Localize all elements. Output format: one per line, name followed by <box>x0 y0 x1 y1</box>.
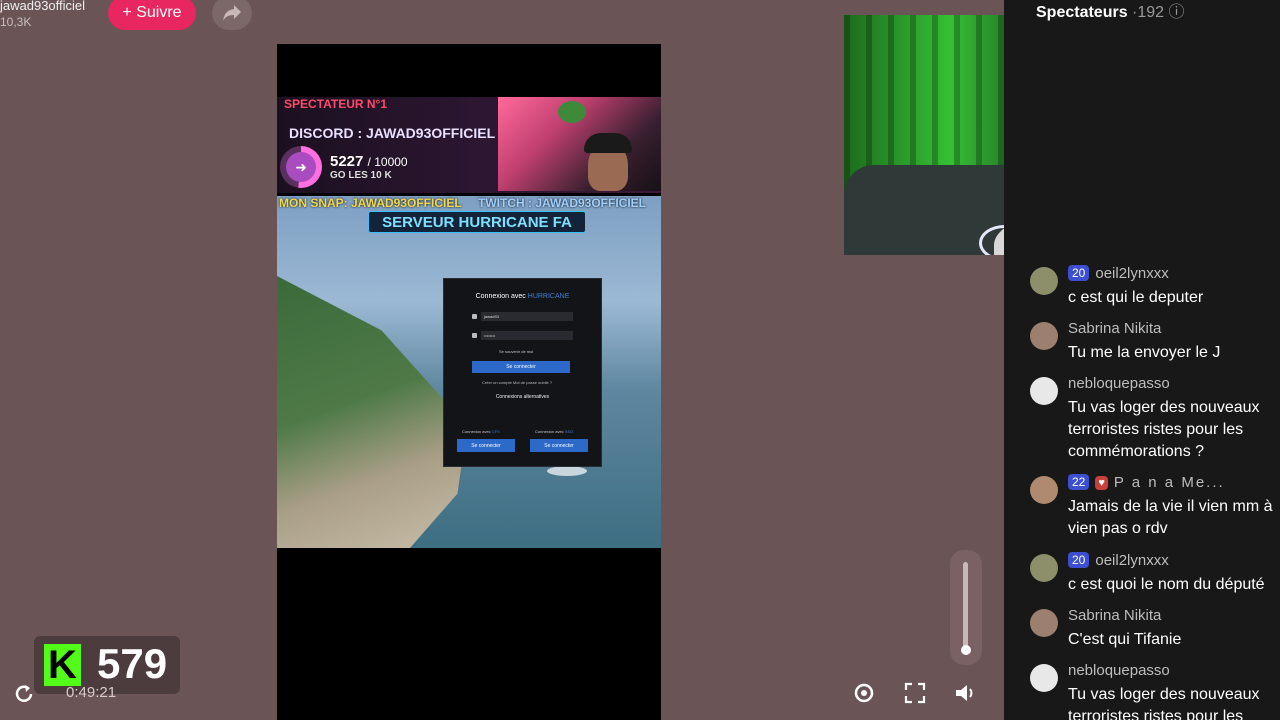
chat-username[interactable]: Sabrina Nikita <box>1068 607 1161 624</box>
alt-left-brand: CFX <box>491 429 500 434</box>
volume-knob[interactable] <box>961 645 971 655</box>
goal-total: / 10000 <box>367 155 408 169</box>
sub-badge: 20 <box>1068 552 1090 568</box>
chat-text: c est qui le deputer <box>1068 289 1204 306</box>
alt-right-label: Connexion avec SSO <box>535 429 573 434</box>
remember-checkbox-label: Se souvenir de moi <box>499 349 534 354</box>
goal-progress-ring: ➜ <box>280 146 322 188</box>
volume-track <box>963 562 968 652</box>
heart-badge-icon: ♥ <box>1095 476 1108 490</box>
follow-button[interactable]: + Suivre <box>108 0 196 30</box>
viewer-count: ·192 <box>1132 4 1165 21</box>
alt-right-brand: SSO <box>564 429 574 434</box>
twitch-label: TWITCH : JAWAD93OFFICIEL <box>478 196 646 210</box>
info-icon[interactable]: ⓘ <box>1169 4 1185 21</box>
chat-username[interactable]: oeil2lynxxx <box>1095 552 1168 569</box>
spectators-title: Spectateurs <box>1036 4 1128 21</box>
chat-username[interactable]: oeil2lynxxx <box>1095 265 1168 282</box>
share-arrow-icon <box>223 5 241 21</box>
avatar <box>1030 664 1058 692</box>
video-player[interactable]: SPECTATEUR N°1 DISCORD : JAWAD93OFFICIEL… <box>277 44 661 720</box>
spectator-no1-label: SPECTATEUR N°1 <box>284 97 388 111</box>
chat-text: Tu vas loger des nouveaux terroristes ri… <box>1068 399 1260 460</box>
elapsed-time: 0:49:21 <box>66 684 117 701</box>
sub-badge: 22 <box>1068 474 1090 490</box>
alt-left-label: Connexion avec CFX <box>462 429 500 434</box>
chat-username[interactable]: Sabrina Nikita <box>1068 320 1161 337</box>
login-title: Connexion avec HURRICANE <box>444 293 601 300</box>
settings-button[interactable] <box>849 678 879 708</box>
user-icon <box>472 314 477 319</box>
kick-logo: K <box>44 643 81 687</box>
overlay-webcam <box>498 97 661 191</box>
goal-current: 5227 <box>330 153 364 170</box>
replay-button[interactable] <box>12 682 36 706</box>
chat-username[interactable]: nebloquepasso <box>1068 662 1170 679</box>
avatar <box>1030 322 1058 350</box>
avatar <box>1030 554 1058 582</box>
chat-panel: Spectateurs ·192 ⓘ 20 oeil2lynxxx c est q… <box>1004 0 1280 720</box>
login-title-text: Connexion avec <box>475 293 526 300</box>
password-field: •••••••• <box>481 331 573 340</box>
channel-handle[interactable]: jawad93officiel <box>0 0 85 13</box>
follower-count: 10,3K <box>0 15 32 29</box>
alt-connections-title: Connexions alternatives <box>495 394 550 400</box>
discord-label: DISCORD : JAWAD93OFFICIEL <box>289 125 496 141</box>
login-dialog: Connexion avec HURRICANE jawad93 •••••••… <box>443 278 602 467</box>
chat-text: C'est qui Tifanie <box>1068 631 1182 648</box>
alt-right-label-text: Connexion avec <box>535 429 564 434</box>
snap-label: MON SNAP: JAWAD93OFFICIEL <box>279 196 462 210</box>
chat-text: Tu vas loger des nouveaux terroristes ri… <box>1068 686 1260 720</box>
reload-icon <box>15 685 33 702</box>
kick-count: 579 <box>97 640 168 687</box>
chat-username[interactable]: P a n a Me... <box>1114 474 1225 491</box>
alt-right-connect-button: Se connecter <box>530 439 588 452</box>
server-title: SERVEUR HURRICANE FA <box>368 211 586 233</box>
login-connect-button: Se connecter <box>472 361 570 373</box>
avatar <box>1030 609 1058 637</box>
goal-text: GO LES 10 K <box>330 170 392 181</box>
chat-username[interactable]: nebloquepasso <box>1068 375 1170 392</box>
fullscreen-icon <box>904 682 926 704</box>
fullscreen-button[interactable] <box>900 678 930 708</box>
gear-icon <box>854 683 874 703</box>
arrow-right-icon: ➜ <box>286 152 316 182</box>
chat-text: Jamais de la vie il vien mm à vien pas o… <box>1068 498 1273 537</box>
username-field: jawad93 <box>481 312 573 321</box>
sub-badge: 20 <box>1068 265 1090 281</box>
speaker-icon <box>956 685 973 701</box>
login-links: Créer un compte Mot de passe oublié ? <box>482 380 553 385</box>
login-brand: HURRICANE <box>527 293 570 300</box>
share-button[interactable] <box>212 0 252 30</box>
alt-left-connect-button: Se connecter <box>457 439 515 452</box>
avatar <box>1030 377 1058 405</box>
spectators-header: Spectateurs ·192 ⓘ <box>1036 0 1185 22</box>
goal-counter: 5227 / 10000 <box>330 153 408 170</box>
volume-button[interactable] <box>951 678 981 708</box>
avatar <box>1030 267 1058 295</box>
alt-left-label-text: Connexion avec <box>462 429 491 434</box>
lock-icon <box>472 333 477 338</box>
chat-text: c est quoi le nom du député <box>1068 576 1265 593</box>
chat-text: Tu me la envoyer le J <box>1068 344 1221 361</box>
avatar <box>1030 476 1058 504</box>
